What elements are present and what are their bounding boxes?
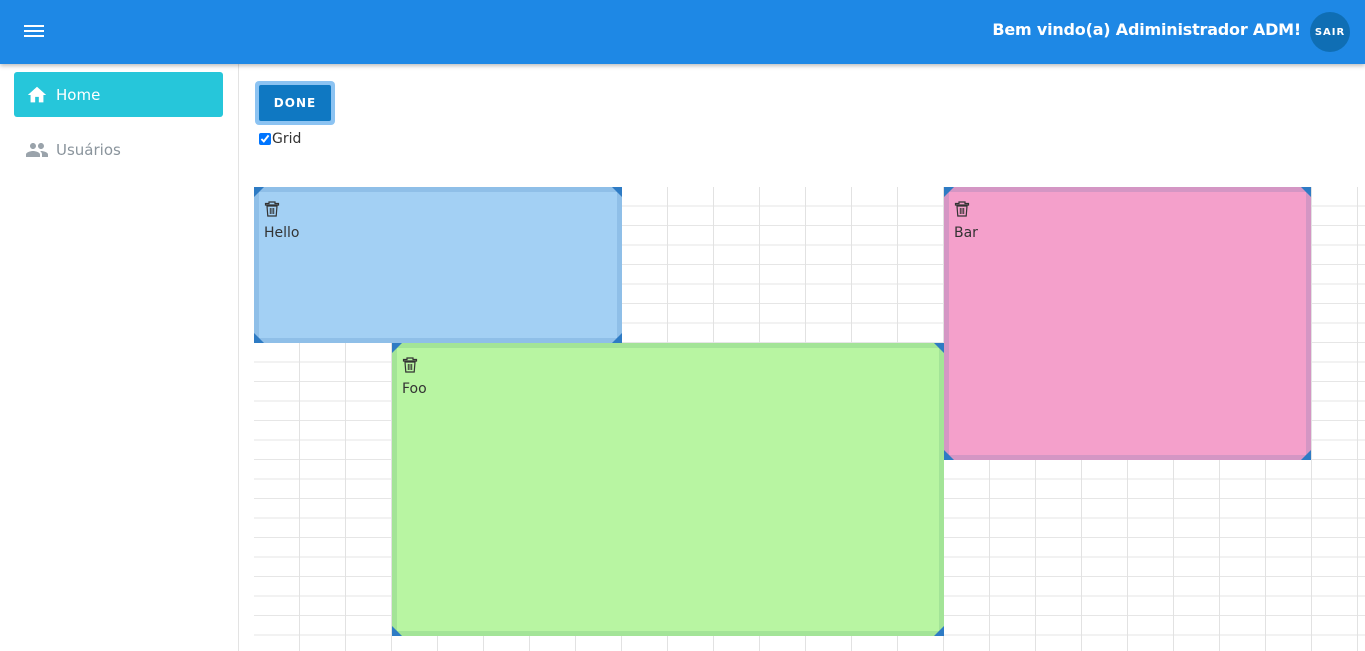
welcome-message: Bem vindo(a) Adiministrador ADM!: [992, 20, 1301, 39]
trash-icon[interactable]: [954, 201, 970, 217]
resize-handle[interactable]: [254, 187, 264, 197]
trash-icon[interactable]: [264, 201, 280, 217]
widget-foo[interactable]: Foo: [392, 343, 944, 636]
sidebar-item-home[interactable]: Home: [14, 72, 223, 117]
resize-handle[interactable]: [944, 450, 954, 460]
widget-hello[interactable]: Hello: [254, 187, 622, 343]
resize-handle[interactable]: [612, 333, 622, 343]
resize-handle[interactable]: [1301, 450, 1311, 460]
widget-label: Bar: [954, 225, 978, 241]
resize-handle[interactable]: [254, 333, 264, 343]
grid-label: Grid: [272, 131, 302, 147]
resize-handle[interactable]: [392, 626, 402, 636]
people-icon: [25, 138, 49, 162]
resize-handle[interactable]: [612, 187, 622, 197]
trash-icon[interactable]: [402, 357, 418, 373]
sidebar-item-label: Home: [56, 85, 101, 104]
widget-bar[interactable]: Bar: [944, 187, 1311, 460]
done-button-label: DONE: [259, 85, 331, 121]
widget-grid: Hello Bar Foo: [254, 187, 1365, 651]
sidebar-item-usuarios[interactable]: Usuários: [14, 127, 223, 172]
dashboard-main: DONE Grid Hello Bar Foo: [239, 64, 1365, 651]
logout-button[interactable]: SAIR: [1310, 12, 1350, 52]
grid-checkbox[interactable]: [259, 133, 271, 145]
grid-toggle[interactable]: Grid: [259, 131, 301, 147]
resize-handle[interactable]: [934, 626, 944, 636]
widget-label: Foo: [402, 381, 427, 397]
resize-handle[interactable]: [944, 187, 954, 197]
home-icon: [25, 83, 49, 107]
sidebar: Home Usuários: [0, 64, 239, 651]
widget-label: Hello: [264, 225, 300, 241]
done-button[interactable]: DONE: [255, 81, 335, 125]
resize-handle[interactable]: [1301, 187, 1311, 197]
sidebar-item-label: Usuários: [56, 140, 121, 159]
resize-handle[interactable]: [392, 343, 402, 353]
hamburger-menu-icon[interactable]: [22, 22, 46, 42]
top-app-bar: Bem vindo(a) Adiministrador ADM! SAIR: [0, 0, 1365, 64]
resize-handle[interactable]: [934, 343, 944, 353]
